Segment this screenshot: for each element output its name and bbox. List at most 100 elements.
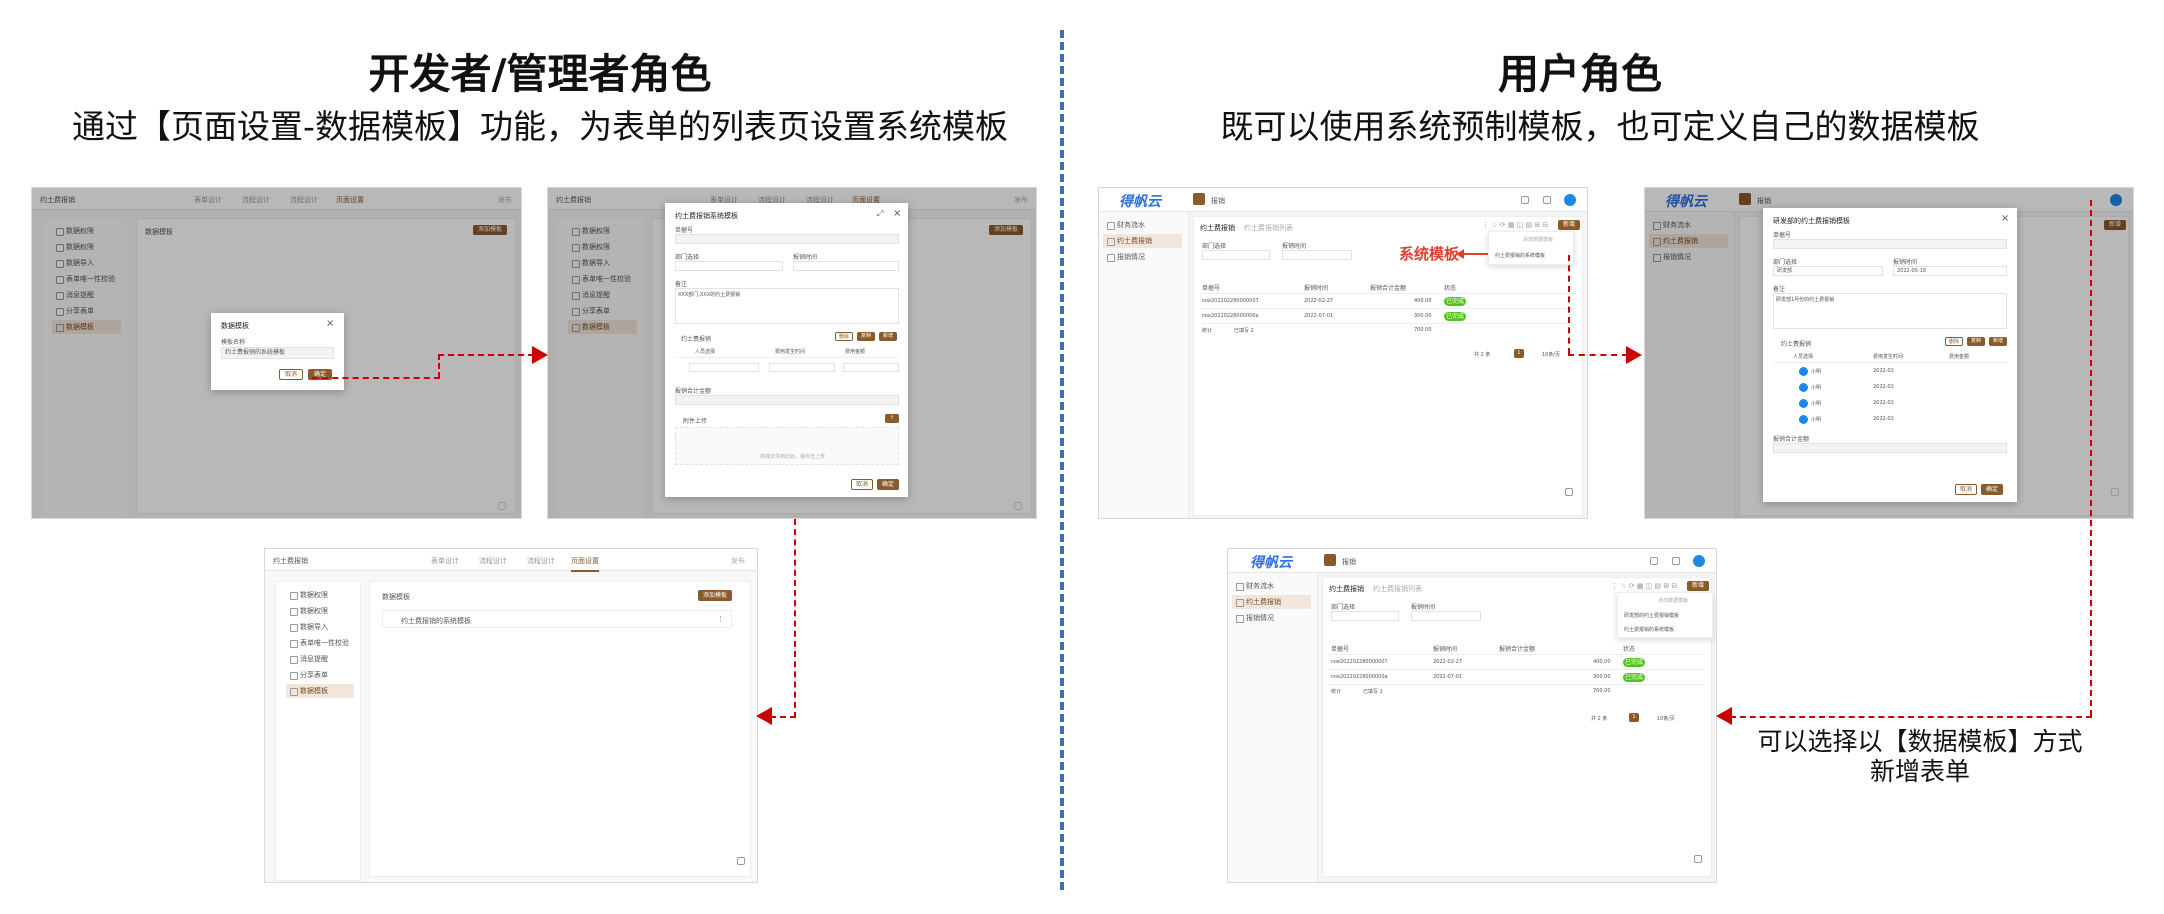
dept-select[interactable] [675, 261, 783, 271]
avatar[interactable] [2110, 194, 2122, 206]
expense-date-picker[interactable] [769, 363, 835, 372]
nav-item[interactable]: 数据权限 [568, 224, 637, 238]
nav-item[interactable]: 表单唯一性校验 [52, 272, 121, 286]
side-item[interactable]: 报销情况 [1232, 611, 1311, 625]
cell-no[interactable]: rxw20220228000000a [1331, 674, 1388, 680]
bell-icon[interactable] [1672, 557, 1680, 565]
note-textarea[interactable]: 研发部1月份的约土费报销 [1773, 293, 2007, 329]
new-button[interactable]: 新增 [1558, 220, 1580, 230]
tab-form-design[interactable]: 表单设计 [194, 195, 222, 205]
user-template-item[interactable]: 研发部的约土费报销模板 [1624, 612, 1679, 619]
add-template-button[interactable]: 添加模板 [989, 225, 1023, 235]
system-template-item[interactable]: 约土费报销的系统模板 [1624, 626, 1674, 633]
toolbar-icons[interactable]: ⋮ ☆ ⟳ ▦ ◫ ▤ ⊞ ⊟ [1611, 582, 1677, 590]
nav-item-data-template[interactable]: 数据模板 [286, 684, 354, 698]
cancel-button[interactable]: 取消 [279, 369, 303, 380]
bell-icon[interactable] [1543, 196, 1551, 204]
person-select[interactable] [689, 363, 759, 372]
copy-button[interactable]: 复制 [857, 332, 875, 341]
page-button[interactable]: 1 [1514, 349, 1524, 358]
tab-list[interactable]: 约土费报销列表 [1373, 584, 1422, 594]
nav-item-data-template[interactable]: 数据模板 [52, 320, 121, 334]
add-row-button[interactable]: 新增 [1989, 337, 2007, 346]
nav-item[interactable]: 数据导入 [568, 256, 637, 270]
tab-flow-design[interactable]: 流程设计 [479, 556, 507, 566]
nav-item[interactable]: 分享表单 [52, 304, 121, 318]
system-template-item[interactable]: 约土费报销的系统模板 [1495, 252, 1545, 259]
delete-button[interactable]: 删除 [1945, 337, 1963, 346]
nav-item[interactable]: 数据权限 [568, 240, 637, 254]
add-data-template[interactable]: 添加数据模板 [1658, 597, 1688, 604]
help-icon[interactable] [1565, 488, 1573, 496]
template-row[interactable]: 约土费报销的系统模板 ⋮ [382, 610, 732, 628]
monitor-icon[interactable] [1521, 196, 1529, 204]
page-size-select[interactable]: 10条/页 [1542, 351, 1560, 358]
side-item[interactable]: 报销情况 [1103, 250, 1182, 264]
tab-form-design[interactable]: 表单设计 [431, 556, 459, 566]
nav-item[interactable]: 分享表单 [568, 304, 637, 318]
monitor-icon[interactable] [1650, 557, 1658, 565]
side-item[interactable]: 财务流水 [1649, 218, 1728, 232]
tab-page-settings[interactable]: 页面设置 [336, 195, 364, 205]
dept-select[interactable]: 研发部 [1773, 266, 1883, 276]
doc-number-input[interactable] [1773, 239, 2007, 249]
tab-flow-design-2[interactable]: 流程设计 [527, 556, 555, 566]
tab-flow-design-2[interactable]: 流程设计 [290, 195, 318, 205]
add-data-template[interactable]: 添加数据模板 [1523, 236, 1553, 243]
nav-item[interactable]: 表单唯一性校验 [286, 636, 354, 650]
toolbar-icons[interactable]: ⋮ ☆ ⟳ ▦ ◫ ▤ ⊞ ⊟ [1482, 221, 1548, 229]
add-template-button[interactable]: 添加模板 [698, 590, 732, 601]
side-item[interactable]: 报销情况 [1649, 250, 1728, 264]
tab-form[interactable]: 约土费报销 [1329, 584, 1364, 594]
nav-item[interactable]: 数据权限 [52, 240, 121, 254]
delete-button[interactable]: 删除 [835, 332, 853, 341]
help-icon[interactable] [498, 502, 506, 510]
add-template-button[interactable]: 添加模板 [473, 225, 507, 235]
side-item-active[interactable]: 约土费报销 [1232, 595, 1311, 609]
nav-item[interactable]: 分享表单 [286, 668, 354, 682]
tab-page-settings[interactable]: 页面设置 [571, 556, 599, 572]
date-picker[interactable] [793, 261, 899, 271]
page-size-select[interactable]: 10条/页 [1657, 715, 1675, 722]
ok-button[interactable]: 确定 [1981, 484, 2003, 495]
nav-item[interactable]: 数据导入 [286, 620, 354, 634]
close-icon[interactable]: × [893, 208, 901, 219]
fullscreen-icon[interactable]: ⤢ [877, 209, 883, 219]
nav-item[interactable]: 消息提醒 [568, 288, 637, 302]
date-filter[interactable] [1282, 250, 1352, 260]
dept-filter[interactable] [1202, 250, 1270, 260]
avatar[interactable] [1564, 194, 1576, 206]
publish-button[interactable]: 发布 [498, 195, 512, 205]
copy-button[interactable]: 复制 [1967, 337, 1985, 346]
cell-no[interactable]: rxw20220228000000a [1202, 313, 1259, 319]
side-item[interactable]: 财务流水 [1103, 218, 1182, 232]
side-item-active[interactable]: 约土费报销 [1649, 234, 1728, 248]
dept-filter[interactable] [1331, 611, 1399, 621]
amount-input[interactable] [843, 363, 899, 372]
upload-button[interactable]: ↑ [885, 414, 899, 423]
new-button[interactable]: 新增 [1687, 581, 1709, 591]
close-icon[interactable]: × [326, 318, 334, 329]
help-icon[interactable] [737, 857, 745, 865]
tab-flow-design[interactable]: 流程设计 [242, 195, 270, 205]
new-button[interactable]: 新增 [2104, 220, 2126, 230]
tab-form[interactable]: 约土费报销 [1200, 223, 1235, 233]
side-item[interactable]: 财务流水 [1232, 579, 1311, 593]
more-icon[interactable]: ⋮ [717, 615, 724, 623]
cancel-button[interactable]: 取消 [1955, 484, 1977, 495]
help-icon[interactable] [1694, 855, 1702, 863]
nav-item[interactable]: 数据权限 [52, 224, 121, 238]
date-picker[interactable]: 2022-05-18 [1893, 266, 2007, 276]
publish-button[interactable]: 发布 [1014, 195, 1028, 205]
note-textarea[interactable]: XXX部门,XXX的约土费报销 [675, 288, 899, 324]
date-filter[interactable] [1411, 611, 1481, 621]
doc-number-input[interactable] [675, 234, 899, 244]
nav-item-data-template[interactable]: 数据模板 [568, 320, 637, 334]
cancel-button[interactable]: 取消 [851, 479, 873, 490]
nav-item[interactable]: 数据权限 [286, 604, 354, 618]
nav-item[interactable]: 消息提醒 [52, 288, 121, 302]
avatar[interactable] [1693, 555, 1705, 567]
cell-no[interactable]: rxw202202280000007 [1202, 298, 1259, 304]
template-name-input[interactable]: 约土费报销的系统模板 [221, 347, 334, 359]
nav-item[interactable]: 数据权限 [286, 588, 354, 602]
